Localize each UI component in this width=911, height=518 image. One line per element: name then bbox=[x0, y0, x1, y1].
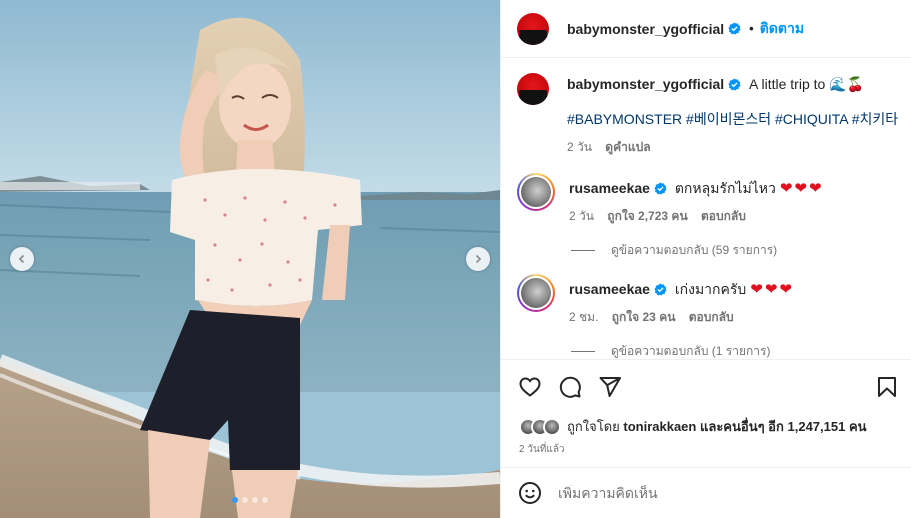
like-heart-icon[interactable] bbox=[518, 375, 542, 399]
heart-emojis: ❤❤❤ bbox=[750, 281, 794, 298]
comment-item: rusameekae ตกหลุมรักไม่ไหว ❤❤❤ 2 วัน ถูกใ… bbox=[517, 173, 824, 226]
post-time-ago: 2 วันที่แล้ว bbox=[519, 444, 565, 455]
comment-time: 2 ชม. bbox=[569, 310, 599, 324]
view-replies-label: ดูข้อความตอบกลับ (59 รายการ) bbox=[611, 243, 778, 257]
comment-input[interactable] bbox=[558, 485, 878, 501]
emoji-smiley-icon[interactable] bbox=[518, 481, 542, 505]
comment-item: rusameekae เก่งมากครับ ❤❤❤ 2 ชม. ถูกใจ 23… bbox=[517, 274, 794, 327]
caption-username[interactable]: babymonster_ygofficial bbox=[567, 76, 724, 92]
comment-time: 2 วัน bbox=[569, 209, 594, 223]
commenter-avatar[interactable] bbox=[517, 274, 555, 312]
view-replies-button[interactable]: ดูข้อความตอบกลับ (1 รายการ) bbox=[571, 342, 770, 359]
divider-line bbox=[571, 250, 595, 251]
carousel-dot bbox=[252, 497, 258, 503]
beach-photo-image bbox=[0, 0, 500, 518]
chevron-right-icon bbox=[475, 254, 482, 264]
likes-middle[interactable]: และคนอื่นๆ อีก bbox=[700, 416, 784, 437]
commenter-avatar[interactable] bbox=[517, 173, 555, 211]
commenter-username[interactable]: rusameekae bbox=[569, 281, 650, 297]
likes-count[interactable]: 1,247,151 bbox=[788, 419, 846, 434]
heart-emojis: ❤❤❤ bbox=[779, 180, 824, 197]
comment-bubble-icon[interactable] bbox=[558, 375, 582, 399]
caption-emojis: 🌊🍒 bbox=[829, 76, 865, 92]
likes-suffix: คน bbox=[848, 419, 867, 434]
header-separator: • bbox=[749, 21, 754, 36]
previous-slide-button[interactable] bbox=[10, 247, 34, 271]
likes-prefix: ถูกใจโดย bbox=[567, 419, 620, 434]
translate-link[interactable]: ดูคำแปล bbox=[605, 140, 650, 154]
likes-summary[interactable]: ถูกใจโดย tonirakkaen และคนอื่นๆ อีก 1,24… bbox=[519, 416, 867, 437]
verified-badge-icon bbox=[654, 182, 667, 195]
carousel-dot bbox=[242, 497, 248, 503]
caption-text: A little trip to bbox=[749, 76, 826, 92]
add-comment-bar bbox=[501, 467, 911, 518]
post-actions: ถูกใจโดย tonirakkaen และคนอื่นๆ อีก 1,24… bbox=[501, 359, 911, 467]
author-username[interactable]: babymonster_ygofficial bbox=[567, 21, 724, 37]
save-bookmark-icon[interactable] bbox=[875, 375, 899, 399]
caption-avatar[interactable] bbox=[517, 73, 549, 105]
comment-text: เก่งมากครับ bbox=[674, 281, 747, 297]
next-slide-button[interactable] bbox=[466, 247, 490, 271]
comment-likes[interactable]: ถูกใจ 2,723 คน bbox=[607, 209, 687, 223]
author-avatar[interactable] bbox=[517, 12, 549, 45]
share-send-icon[interactable] bbox=[598, 375, 622, 399]
carousel-dot bbox=[232, 497, 238, 503]
view-replies-button[interactable]: ดูข้อความตอบกลับ (59 รายการ) bbox=[571, 241, 777, 260]
carousel-dot bbox=[262, 497, 268, 503]
verified-badge-icon bbox=[728, 78, 741, 91]
post-panel: babymonster_ygofficial • ติดตาม babymons… bbox=[500, 0, 911, 518]
likes-user[interactable]: tonirakkaen bbox=[623, 419, 696, 434]
comments-list[interactable]: babymonster_ygofficial A little trip to … bbox=[501, 59, 911, 359]
caption-hashtags[interactable]: #BABYMONSTER #베이비몬스터 #CHIQUITA #치키타 bbox=[567, 109, 898, 129]
reply-button[interactable]: ตอบกลับ bbox=[701, 209, 746, 223]
caption: babymonster_ygofficial A little trip to … bbox=[517, 73, 898, 157]
verified-badge-icon bbox=[654, 283, 667, 296]
caption-time: 2 วัน bbox=[567, 140, 592, 154]
commenter-username[interactable]: rusameekae bbox=[569, 180, 650, 196]
liker-avatars bbox=[519, 417, 561, 436]
post-photo[interactable] bbox=[0, 0, 500, 518]
divider-line bbox=[571, 351, 595, 352]
follow-button[interactable]: ติดตาม bbox=[760, 18, 804, 40]
comment-likes[interactable]: ถูกใจ 23 คน bbox=[612, 310, 676, 324]
post-header: babymonster_ygofficial • ติดตาม bbox=[501, 0, 911, 58]
chevron-left-icon bbox=[18, 254, 25, 264]
reply-button[interactable]: ตอบกลับ bbox=[689, 310, 734, 324]
view-replies-label: ดูข้อความตอบกลับ (1 รายการ) bbox=[611, 344, 771, 358]
comment-text: ตกหลุมรักไม่ไหว bbox=[674, 180, 776, 196]
verified-badge-icon bbox=[728, 22, 741, 35]
carousel-dots bbox=[232, 497, 268, 503]
